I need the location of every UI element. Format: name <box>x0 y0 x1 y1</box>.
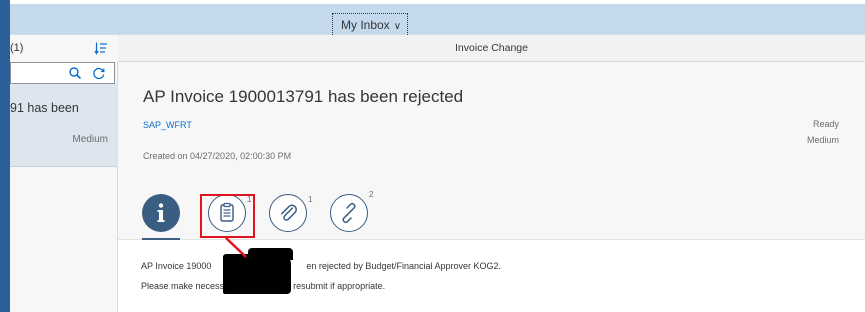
tab-info[interactable] <box>142 194 180 232</box>
refresh-icon[interactable] <box>92 66 106 80</box>
app-title-label: My Inbox <box>341 18 390 32</box>
chevron-down-icon: ∨ <box>393 21 402 32</box>
task-list-item[interactable]: 91 has been Medium <box>10 84 118 167</box>
paperclip-icon <box>281 204 297 221</box>
task-list-item-title: 91 has been <box>10 101 79 115</box>
created-on-text: Created on 04/27/2020, 02:00:30 PM <box>143 151 292 161</box>
description-line-1-start: AP Invoice 19000 <box>141 261 212 271</box>
app-title-menu-button[interactable]: My Inbox ∨ <box>332 13 409 37</box>
task-list-header: (1) <box>10 35 118 62</box>
description-line-1: AP Invoice 19000 en rejected by Budget/Fi… <box>141 261 501 271</box>
task-detail-panel: Invoice Change AP Invoice 1900013791 has… <box>118 35 865 312</box>
task-title: AP Invoice 1900013791 has been rejected <box>143 87 464 106</box>
description-section: AP Invoice 19000 en rejected by Budget/Fi… <box>118 241 865 312</box>
links-count: 2 <box>369 190 374 199</box>
sort-icon[interactable] <box>94 41 108 55</box>
window-left-frame <box>0 0 10 312</box>
priority-text: Medium <box>806 135 839 145</box>
task-count: (1) <box>10 42 24 54</box>
created-by-link[interactable]: SAP_WFRT <box>143 120 192 130</box>
info-icon <box>157 203 165 222</box>
task-list-item-priority: Medium <box>72 134 108 145</box>
object-header: AP Invoice 1900013791 has been rejected … <box>118 62 865 185</box>
status-text: Ready <box>812 119 839 129</box>
link-icon <box>342 202 356 224</box>
annotation-highlight-box <box>200 194 255 238</box>
tab-info-selection-indicator <box>142 238 180 240</box>
search-input[interactable] <box>10 62 115 84</box>
tab-links[interactable] <box>330 194 368 232</box>
task-list-panel: (1) 91 has been Medium <box>10 35 118 312</box>
detail-title: Invoice Change <box>118 35 865 62</box>
tab-attachments[interactable] <box>269 194 307 232</box>
search-icon[interactable] <box>68 66 82 80</box>
description-line-1-end: en rejected by Budget/Financial Approver… <box>306 261 502 271</box>
shell-header: My Inbox ∨ <box>10 4 865 37</box>
attachments-count: 1 <box>308 195 313 204</box>
redaction-mark <box>223 254 291 294</box>
